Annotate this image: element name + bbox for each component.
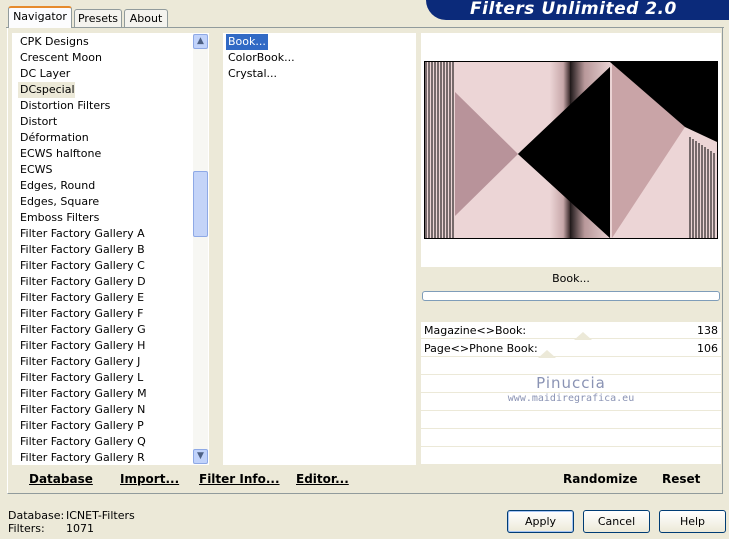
category-item[interactable]: ECWS xyxy=(18,162,53,178)
category-item[interactable]: Filter Factory Gallery A xyxy=(18,226,145,242)
filter-item[interactable]: Book... xyxy=(226,34,268,50)
database-label: Database xyxy=(29,472,93,486)
tab-about[interactable]: About xyxy=(124,9,168,27)
import-label: Import... xyxy=(120,472,180,486)
apply-button[interactable]: Apply xyxy=(507,510,574,533)
category-item[interactable]: Filter Factory Gallery C xyxy=(18,258,145,274)
cancel-button[interactable]: Cancel xyxy=(583,510,650,533)
category-item[interactable]: Filter Factory Gallery N xyxy=(18,402,145,418)
category-item[interactable]: Filter Factory Gallery H xyxy=(18,338,145,354)
current-filter-name: Book... xyxy=(421,268,721,290)
database-button[interactable]: Database xyxy=(29,472,93,486)
param-row-magazine-book[interactable]: Magazine<>Book: 138 xyxy=(421,322,721,339)
category-item[interactable]: Déformation xyxy=(18,130,89,146)
editor-button[interactable]: Editor... xyxy=(296,472,349,486)
category-item[interactable]: CPK Designs xyxy=(18,34,89,50)
tab-navigator[interactable]: Navigator xyxy=(8,6,72,28)
param-row-page-phone-book[interactable]: Page<>Phone Book: 106 xyxy=(421,340,721,357)
param-label: Page<>Phone Book: xyxy=(424,342,538,355)
filter-info-button[interactable]: Filter Info... xyxy=(199,472,280,486)
category-item[interactable]: Edges, Square xyxy=(18,194,99,210)
category-item[interactable]: Crescent Moon xyxy=(18,50,102,66)
category-item[interactable]: Emboss Filters xyxy=(18,210,99,226)
watermark-url: www.maidiregrafica.eu xyxy=(507,393,635,404)
watermark-name: Pinuccia xyxy=(536,374,606,392)
param-label: Magazine<>Book: xyxy=(424,324,527,337)
param-value: 106 xyxy=(697,342,718,355)
help-button[interactable]: Help xyxy=(659,510,726,533)
scroll-thumb[interactable] xyxy=(193,171,208,237)
filter-info-label: Filter Info... xyxy=(199,472,280,486)
category-list[interactable]: CPK Designs Crescent Moon DC Layer DCspecia… xyxy=(12,33,209,465)
category-item[interactable]: DC Layer xyxy=(18,66,70,82)
progress-bar xyxy=(422,291,720,301)
category-item[interactable]: Filter Factory Gallery D xyxy=(18,274,146,290)
category-item[interactable]: Filter Factory Gallery F xyxy=(18,306,143,322)
editor-label: Editor... xyxy=(296,472,349,486)
category-scrollbar[interactable]: ▲ ▼ xyxy=(193,34,208,464)
filters-caption: Filters: xyxy=(8,522,45,535)
preview-graphic xyxy=(425,62,717,238)
category-item[interactable]: Filter Factory Gallery P xyxy=(18,418,144,434)
filter-item[interactable]: ColorBook... xyxy=(226,50,297,66)
param-row-empty xyxy=(421,358,721,375)
category-item[interactable]: Filter Factory Gallery G xyxy=(18,322,146,338)
reset-button[interactable]: Reset xyxy=(662,472,700,486)
category-item[interactable]: Distort xyxy=(18,114,57,130)
import-button[interactable]: Import... xyxy=(120,472,179,486)
randomize-button[interactable]: Randomize xyxy=(563,472,637,486)
param-row-empty xyxy=(421,412,721,429)
database-name: ICNET-Filters xyxy=(66,509,135,522)
category-item[interactable]: Filter Factory Gallery L xyxy=(18,370,143,386)
param-value: 138 xyxy=(697,324,718,337)
category-item[interactable]: Edges, Round xyxy=(18,178,95,194)
category-item[interactable]: DCspecial xyxy=(18,82,75,98)
category-item[interactable]: Distortion Filters xyxy=(18,98,110,114)
param-row-empty xyxy=(421,448,721,465)
category-item[interactable]: Filter Factory Gallery E xyxy=(18,290,144,306)
category-item[interactable]: Filter Factory Gallery M xyxy=(18,386,147,402)
category-item[interactable]: Filter Factory Gallery R xyxy=(18,450,145,465)
preview-image xyxy=(424,61,718,239)
category-item[interactable]: Filter Factory Gallery B xyxy=(18,242,145,258)
filter-item[interactable]: Crystal... xyxy=(226,66,279,82)
category-item[interactable]: Filter Factory Gallery J xyxy=(18,354,140,370)
database-caption: Database: xyxy=(8,509,65,522)
slider-thumb-magazine-book[interactable] xyxy=(574,332,592,340)
banner-title: Filters Unlimited 2.0 xyxy=(470,0,677,19)
tab-presets[interactable]: Presets xyxy=(74,9,122,27)
param-row-empty xyxy=(421,430,721,447)
filters-count: 1071 xyxy=(66,522,94,535)
slider-thumb-page-phone-book[interactable] xyxy=(538,350,556,358)
category-item[interactable]: Filter Factory Gallery Q xyxy=(18,434,146,450)
scroll-down-button[interactable]: ▼ xyxy=(193,449,208,464)
category-item[interactable]: ECWS halftone xyxy=(18,146,101,162)
filter-list[interactable]: Book... ColorBook... Crystal... xyxy=(223,33,416,465)
scroll-up-button[interactable]: ▲ xyxy=(193,34,208,49)
